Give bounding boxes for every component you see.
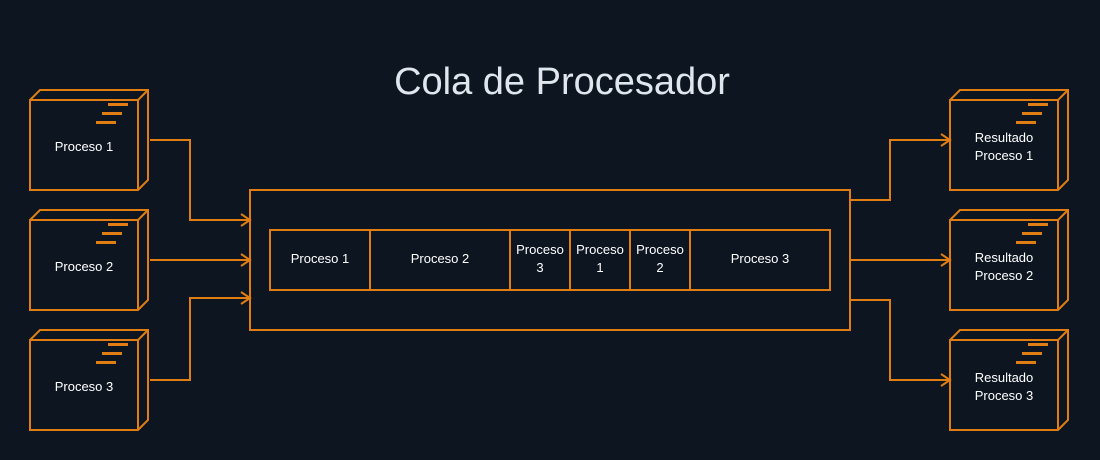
connector-in [150, 253, 252, 267]
output-node: Resultado Proceso 2 [949, 209, 1069, 311]
output-node-label: Proceso 2 [975, 268, 1034, 283]
icon-bar [1022, 232, 1042, 235]
queue-slot: Proceso 3 [689, 229, 831, 291]
component-icon [96, 103, 128, 124]
connector-line [150, 139, 250, 221]
icon-bar [102, 232, 122, 235]
component-icon [1016, 103, 1048, 124]
icon-bar [1028, 103, 1048, 106]
component-icon [96, 223, 128, 244]
queue-slot: Proceso 2 [369, 229, 511, 291]
connector-line [850, 299, 950, 381]
queue-slot: Proceso 1 [569, 229, 631, 291]
icon-bar [96, 361, 116, 364]
component-icon [1016, 223, 1048, 244]
component-icon [1016, 343, 1048, 364]
queue-slot-label: Proceso 3 [731, 251, 790, 266]
icon-bar [1028, 343, 1048, 346]
input-node: Proceso 1 [29, 89, 149, 191]
output-node-label: Proceso 3 [975, 388, 1034, 403]
icon-bar [108, 103, 128, 106]
connector-line [850, 139, 950, 201]
icon-bar [1016, 121, 1036, 124]
output-node: Resultado Proceso 3 [949, 329, 1069, 431]
queue-slot-label: 2 [656, 260, 663, 275]
connector-out [850, 253, 952, 267]
icon-bar [96, 241, 116, 244]
icon-bar [108, 343, 128, 346]
icon-bar [96, 121, 116, 124]
output-node-label: Resultado [975, 370, 1034, 385]
output-node-label: Resultado [975, 130, 1034, 145]
input-node-label: Proceso 3 [55, 379, 114, 394]
input-node-label: Proceso 2 [55, 259, 114, 274]
output-node-label: Resultado [975, 250, 1034, 265]
queue-slot-label: 1 [596, 260, 603, 275]
icon-bar [1022, 352, 1042, 355]
queue-slot: Proceso 1 [269, 229, 371, 291]
output-node-label: Proceso 1 [975, 148, 1034, 163]
icon-bar [1016, 241, 1036, 244]
output-nodes: ResultadoProceso 1ResultadoProceso 2Resu… [949, 89, 1069, 431]
queue-slot-label: 3 [536, 260, 543, 275]
queue-slot-label: Proceso [636, 242, 684, 257]
input-node: Proceso 2 [29, 209, 149, 311]
queue-slot-label: Proceso [576, 242, 624, 257]
icon-bar [1028, 223, 1048, 226]
input-node-label: Proceso 1 [55, 139, 114, 154]
icon-bar [1022, 112, 1042, 115]
component-icon [96, 343, 128, 364]
connector-in [150, 139, 252, 227]
input-node: Proceso 3 [29, 329, 149, 431]
queue-slot-label: Proceso 2 [411, 251, 470, 266]
processor-queue-diagram: Cola de Procesador Proceso 1Proceso 2Pro… [29, 61, 1069, 431]
icon-bar [102, 352, 122, 355]
processor-queue: Proceso 1 Proceso 2Proceso3Proceso1Proces… [249, 189, 851, 331]
icon-bar [102, 112, 122, 115]
icon-bar [1016, 361, 1036, 364]
queue-slot: Proceso 3 [509, 229, 571, 291]
connector-in [150, 291, 252, 381]
connector-out [850, 299, 952, 387]
queue-slot-label: Proceso 1 [291, 251, 350, 266]
diagram-title: Cola de Procesador [394, 61, 730, 103]
connector-line [150, 297, 250, 381]
queue-slot-label: Proceso [516, 242, 564, 257]
connector-out [850, 133, 952, 201]
icon-bar [108, 223, 128, 226]
input-nodes: Proceso 1 Proceso 2 Proceso 3 [29, 89, 149, 431]
queue-slot: Proceso 2 [629, 229, 691, 291]
output-node: Resultado Proceso 1 [949, 89, 1069, 191]
